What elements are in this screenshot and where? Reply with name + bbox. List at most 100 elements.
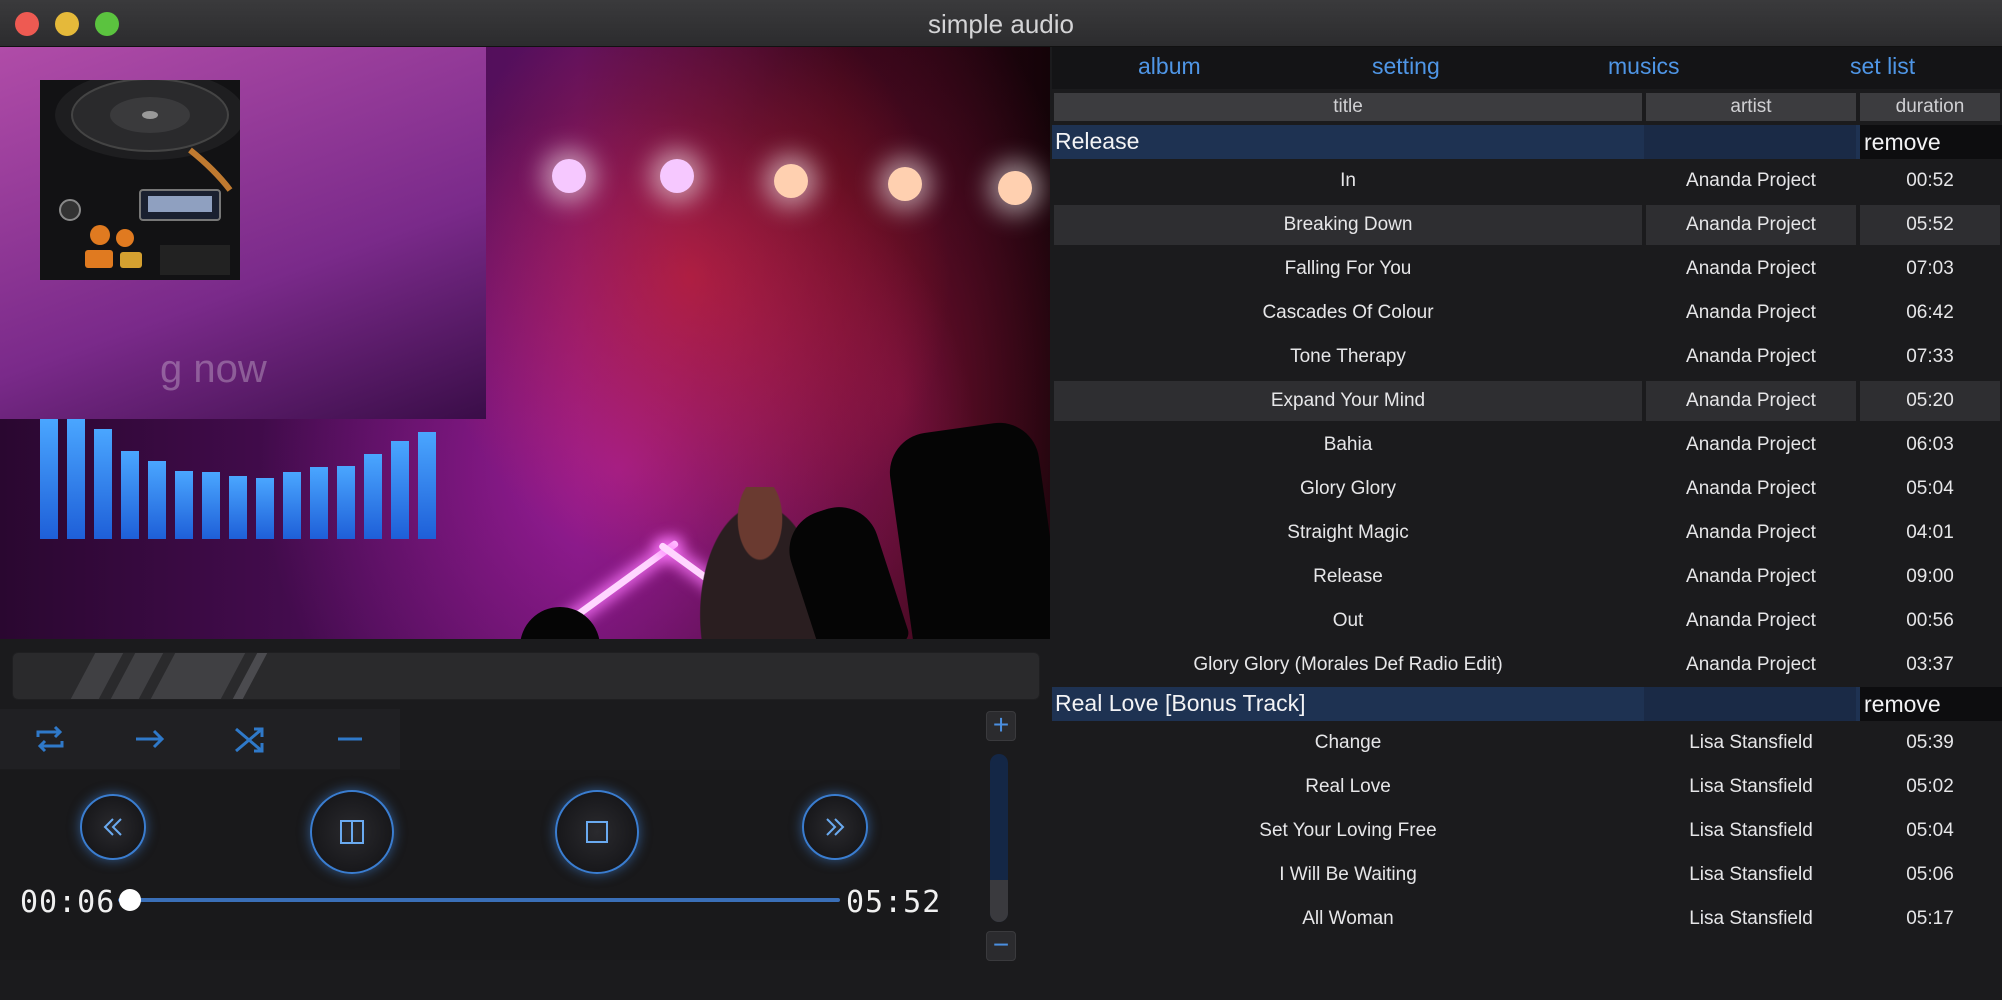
equalizer-bar xyxy=(40,419,58,539)
track-row[interactable]: Straight Magic Ananda Project 04:01 xyxy=(1052,513,2002,553)
track-row[interactable]: Glory Glory (Morales Def Radio Edit) Anan… xyxy=(1052,645,2002,685)
seek-handle[interactable] xyxy=(119,889,142,911)
track-row[interactable]: Out Ananda Project 00:56 xyxy=(1052,601,2002,641)
track-artist: Ananda Project xyxy=(1686,258,1816,279)
title-bar: simple audio xyxy=(0,0,2002,47)
total-time: 05:52 xyxy=(846,885,942,920)
stop-button[interactable] xyxy=(555,790,639,874)
equalizer-bar xyxy=(256,478,274,539)
track-row[interactable]: Real Love Lisa Stansfield 05:02 xyxy=(1052,767,2002,807)
tab-set-list[interactable]: set list xyxy=(1850,53,1915,80)
track-artist: Ananda Project xyxy=(1686,434,1816,455)
track-artist: Ananda Project xyxy=(1686,566,1816,587)
progress-strip xyxy=(12,652,1040,700)
track-title: Bahia xyxy=(1323,434,1373,455)
equalizer-bar xyxy=(94,429,112,539)
minus-icon xyxy=(338,737,362,741)
rewind-icon xyxy=(103,818,122,836)
equalizer-bar xyxy=(121,451,139,539)
column-header-title[interactable]: title xyxy=(1054,93,1642,121)
track-row[interactable]: Tone Therapy Ananda Project 07:33 xyxy=(1052,337,2002,377)
track-duration: 05:17 xyxy=(1906,908,1954,929)
volume-up-button[interactable]: + xyxy=(986,711,1016,741)
background-screen-text: g now xyxy=(160,347,267,391)
shuffle-button[interactable] xyxy=(220,717,280,761)
album-group-header[interactable]: Release remove xyxy=(1052,125,2002,159)
volume-down-button[interactable]: − xyxy=(986,931,1016,961)
track-row[interactable]: All Woman Lisa Stansfield 05:17 xyxy=(1052,899,2002,939)
track-title: In xyxy=(1340,170,1356,191)
equalizer-bar xyxy=(310,467,328,539)
album-group-header[interactable]: Real Love [Bonus Track] remove xyxy=(1052,687,2002,721)
track-title: I Will Be Waiting xyxy=(1279,864,1417,885)
track-duration: 05:52 xyxy=(1860,205,2000,245)
track-row[interactable]: Set Your Loving Free Lisa Stansfield 05:04 xyxy=(1052,811,2002,851)
equalizer-bar xyxy=(202,472,220,539)
track-artist: Lisa Stansfield xyxy=(1689,908,1813,929)
remove-album-button[interactable]: remove xyxy=(1860,125,2002,159)
tab-album[interactable]: album xyxy=(1138,53,1201,80)
equalizer-bar xyxy=(418,432,436,539)
track-duration: 05:02 xyxy=(1906,776,1954,797)
track-row[interactable]: Cascades Of Colour Ananda Project 06:42 xyxy=(1052,293,2002,333)
single-play-button[interactable] xyxy=(320,717,380,761)
track-artist: Ananda Project xyxy=(1686,654,1816,675)
track-title: Glory Glory xyxy=(1299,478,1397,499)
app-window: simple audio g now 00:06 05:52 + − album… xyxy=(0,0,2002,1000)
track-duration: 03:37 xyxy=(1906,654,1954,675)
crowd-hand xyxy=(520,607,600,639)
column-header-duration[interactable]: duration xyxy=(1860,93,2000,121)
track-artist: Ananda Project xyxy=(1646,381,1856,421)
track-row[interactable]: Breaking Down Ananda Project 05:52 xyxy=(1052,205,2002,245)
track-row[interactable]: In Ananda Project 00:52 xyxy=(1052,161,2002,201)
track-title: Falling For You xyxy=(1284,258,1412,279)
track-artist: Ananda Project xyxy=(1646,205,1856,245)
track-duration: 00:56 xyxy=(1906,610,1954,631)
track-title: Cascades Of Colour xyxy=(1262,302,1434,323)
seek-bar[interactable] xyxy=(118,898,840,902)
remove-album-button[interactable]: remove xyxy=(1860,687,2002,721)
track-row[interactable]: Release Ananda Project 09:00 xyxy=(1052,557,2002,597)
equalizer-bar xyxy=(229,476,247,539)
track-duration: 04:01 xyxy=(1906,522,1954,543)
track-duration: 05:06 xyxy=(1906,864,1954,885)
rewind-button[interactable] xyxy=(80,794,146,860)
album-art-thumbnail xyxy=(40,80,240,280)
album-group-title: Release xyxy=(1055,128,1140,154)
track-title: Expand Your Mind xyxy=(1054,381,1642,421)
track-row[interactable]: Bahia Ananda Project 06:03 xyxy=(1052,425,2002,465)
equalizer-visualizer xyxy=(40,417,440,539)
tab-musics[interactable]: musics xyxy=(1608,53,1680,80)
track-title: Release xyxy=(1313,566,1383,587)
track-artist: Lisa Stansfield xyxy=(1689,776,1813,797)
stage-light xyxy=(774,164,808,198)
equalizer-bar xyxy=(175,471,193,539)
repeat-button[interactable] xyxy=(20,717,80,761)
equalizer-bar xyxy=(148,461,166,539)
track-title: Glory Glory (Morales Def Radio Edit) xyxy=(1193,654,1503,675)
track-row[interactable]: Expand Your Mind Ananda Project 05:20 xyxy=(1052,381,2002,421)
track-title: Tone Therapy xyxy=(1290,346,1406,367)
fast-forward-button[interactable] xyxy=(802,794,868,860)
track-duration: 06:03 xyxy=(1906,434,1954,455)
track-row[interactable]: Falling For You Ananda Project 07:03 xyxy=(1052,249,2002,289)
track-artist: Ananda Project xyxy=(1686,478,1816,499)
play-next-mode-button[interactable] xyxy=(120,717,180,761)
track-title: Real Love xyxy=(1305,776,1391,797)
repeat-icon xyxy=(36,725,64,753)
equalizer-bar xyxy=(283,472,301,539)
pause-button[interactable] xyxy=(310,790,394,874)
turntable-image xyxy=(40,80,240,280)
track-row[interactable]: I Will Be Waiting Lisa Stansfield 05:06 xyxy=(1052,855,2002,895)
track-artist: Ananda Project xyxy=(1686,610,1816,631)
stage-light xyxy=(998,171,1032,205)
volume-slider[interactable] xyxy=(990,754,1008,922)
column-header-artist[interactable]: artist xyxy=(1646,93,1856,121)
track-artist: Lisa Stansfield xyxy=(1689,732,1813,753)
track-artist: Ananda Project xyxy=(1686,346,1816,367)
track-duration: 00:52 xyxy=(1906,170,1954,191)
track-duration: 06:42 xyxy=(1906,302,1954,323)
track-row[interactable]: Change Lisa Stansfield 05:39 xyxy=(1052,723,2002,763)
tab-setting[interactable]: setting xyxy=(1372,53,1440,80)
track-row[interactable]: Glory Glory Ananda Project 05:04 xyxy=(1052,469,2002,509)
